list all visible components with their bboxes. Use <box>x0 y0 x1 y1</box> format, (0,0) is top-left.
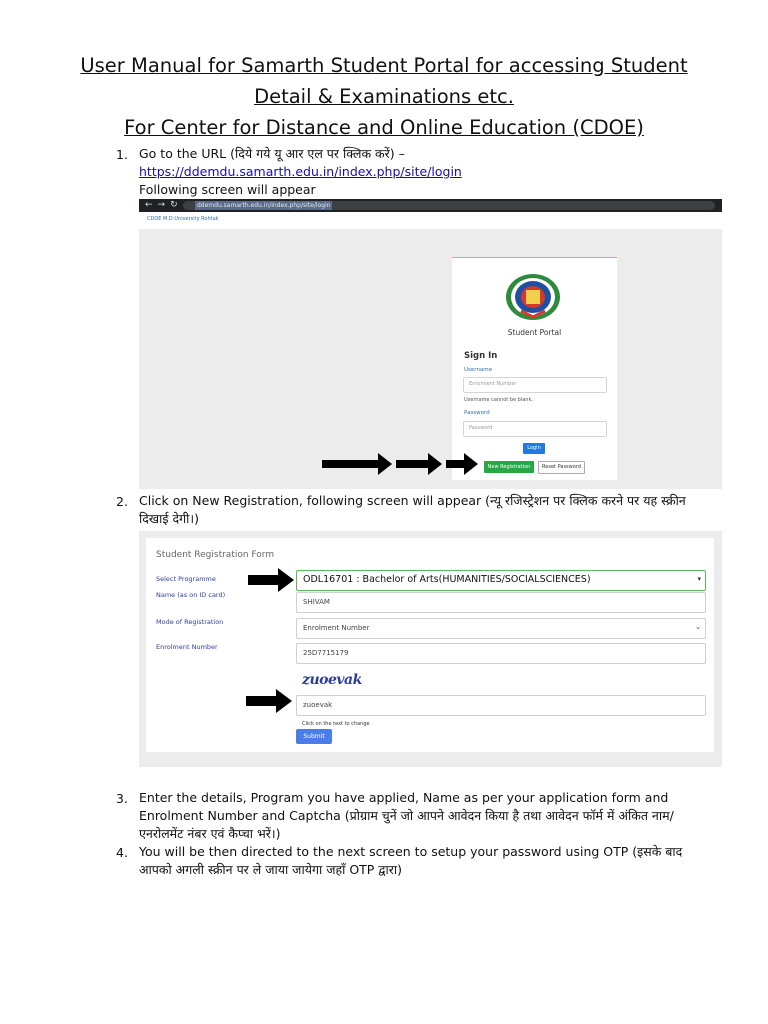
login-screenshot: ←→↻ ddemdu.samarth.edu.in/index.php/site… <box>139 199 722 489</box>
reset-password-button[interactable]: Reset Password <box>538 461 585 474</box>
captcha-input[interactable]: zuoevak <box>296 695 706 716</box>
address-bar[interactable]: ddemdu.samarth.edu.in/index.php/site/log… <box>183 201 715 210</box>
manual-subtitle: For Center for Distance and Online Educa… <box>124 116 644 139</box>
step-4-number: 4. <box>116 845 128 860</box>
registration-screenshot: Student Registration Form Select Program… <box>139 531 722 767</box>
enrolment-label: Enrolment Number <box>156 643 218 651</box>
captcha-image[interactable]: zuoevak <box>302 672 362 688</box>
captcha-hint: Click on the text to change <box>302 721 370 727</box>
manual-title-line-1: User Manual for Samarth Student Portal f… <box>80 54 688 77</box>
password-label: Password <box>464 410 490 416</box>
browser-nav-icons: ←→↻ <box>145 200 183 210</box>
username-error: Username cannot be blank. <box>464 397 533 403</box>
submit-button[interactable]: Submit <box>296 729 332 744</box>
portal-url-link[interactable]: https://ddemdu.samarth.edu.in/index.php/… <box>139 163 709 181</box>
step-1-followup: Following screen will appear <box>139 182 316 197</box>
pointer-arrows-icon <box>322 453 478 475</box>
step-3-number: 3. <box>116 791 128 806</box>
login-panel: Student Portal Sign In Username Enrolmen… <box>452 257 617 480</box>
login-button[interactable]: Login <box>523 443 545 454</box>
programme-select[interactable]: ODL16701 : Bachelor of Arts(HUMANITIES/S… <box>296 570 706 591</box>
programme-label: Select Programme <box>156 575 216 583</box>
mode-label: Mode of Registration <box>156 618 224 626</box>
captcha-value: zuoevak <box>303 701 333 709</box>
manual-title-line-2: Detail & Examinations etc. <box>254 85 514 108</box>
step-3-text: Enter the details, Program you have appl… <box>139 790 674 841</box>
chevron-down-icon: ⌄ <box>695 623 701 631</box>
step-1-text: Go to the URL (दिये गये यू आर एल पर क्लि… <box>139 146 405 161</box>
browser-toolbar: ←→↻ ddemdu.samarth.edu.in/index.php/site… <box>139 199 722 212</box>
sign-in-heading: Sign In <box>464 351 498 361</box>
username-input[interactable]: Enrolment Number <box>463 377 607 393</box>
password-placeholder: Password <box>469 425 493 431</box>
new-registration-button[interactable]: New Registration <box>484 461 534 473</box>
site-brand: CDOE M.D.University Rohtak <box>147 216 219 222</box>
arrow-right-icon <box>248 568 294 592</box>
chevron-down-icon: ▾ <box>697 575 701 583</box>
password-input[interactable]: Password <box>463 421 607 437</box>
mode-select[interactable]: Enrolment Number ⌄ <box>296 618 706 639</box>
name-value: SHIVAM <box>303 598 330 606</box>
step-2-number: 2. <box>116 494 128 509</box>
portal-title: Student Portal <box>507 328 562 337</box>
enrolment-value: 25D7715179 <box>303 649 349 657</box>
username-placeholder: Enrolment Number <box>469 381 517 387</box>
step-1-number: 1. <box>116 147 128 162</box>
programme-value: ODL16701 : Bachelor of Arts(HUMANITIES/S… <box>303 574 591 585</box>
address-bar-url: ddemdu.samarth.edu.in/index.php/site/log… <box>195 201 333 210</box>
form-title: Student Registration Form <box>156 550 275 560</box>
step-2-text: Click on New Registration, following scr… <box>139 493 686 526</box>
registration-form: Student Registration Form Select Program… <box>146 538 714 752</box>
enrolment-input[interactable]: 25D7715179 <box>296 643 706 664</box>
name-label: Name (as on ID card) <box>156 591 226 599</box>
name-input[interactable]: SHIVAM <box>296 592 706 613</box>
step-4-text: You will be then directed to the next sc… <box>139 844 683 877</box>
university-logo-icon <box>506 274 560 320</box>
site-header: CDOE M.D.University Rohtak <box>139 212 722 229</box>
mode-value: Enrolment Number <box>303 624 370 632</box>
arrow-right-icon <box>246 689 292 713</box>
username-label: Username <box>464 367 493 373</box>
